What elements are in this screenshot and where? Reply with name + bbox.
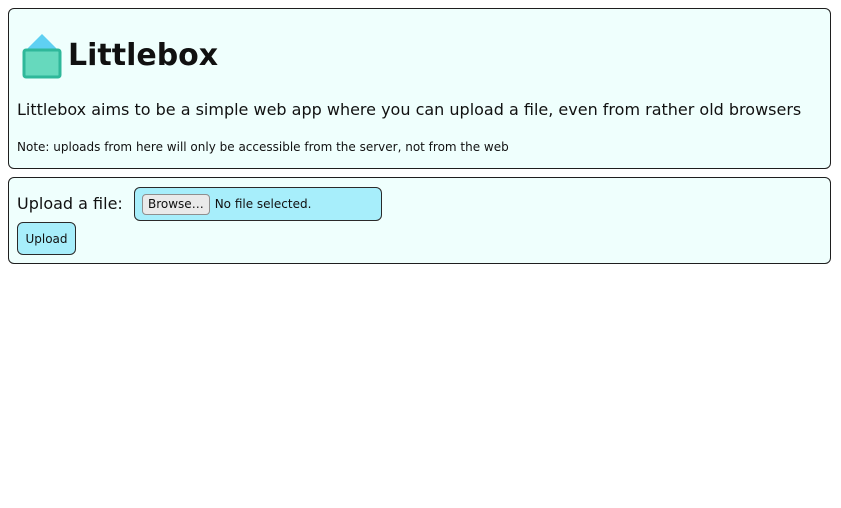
upload-form: Upload a file: Browse… No file selected.… bbox=[8, 177, 831, 264]
header-panel: Littlebox Littlebox aims to be a simple … bbox=[8, 8, 831, 169]
brand: Littlebox bbox=[22, 31, 218, 81]
upload-file-label: Upload a file: bbox=[17, 194, 123, 213]
file-status-text: No file selected. bbox=[214, 197, 312, 211]
browse-button[interactable]: Browse… bbox=[142, 193, 210, 215]
file-input[interactable]: Browse… No file selected. bbox=[134, 187, 382, 221]
upload-note: Note: uploads from here will only be acc… bbox=[17, 140, 509, 154]
upload-button[interactable]: Upload bbox=[17, 222, 76, 255]
page-title: Littlebox bbox=[68, 38, 219, 73]
box-icon bbox=[22, 34, 62, 79]
app-description: Littlebox aims to be a simple web app wh… bbox=[17, 100, 802, 119]
